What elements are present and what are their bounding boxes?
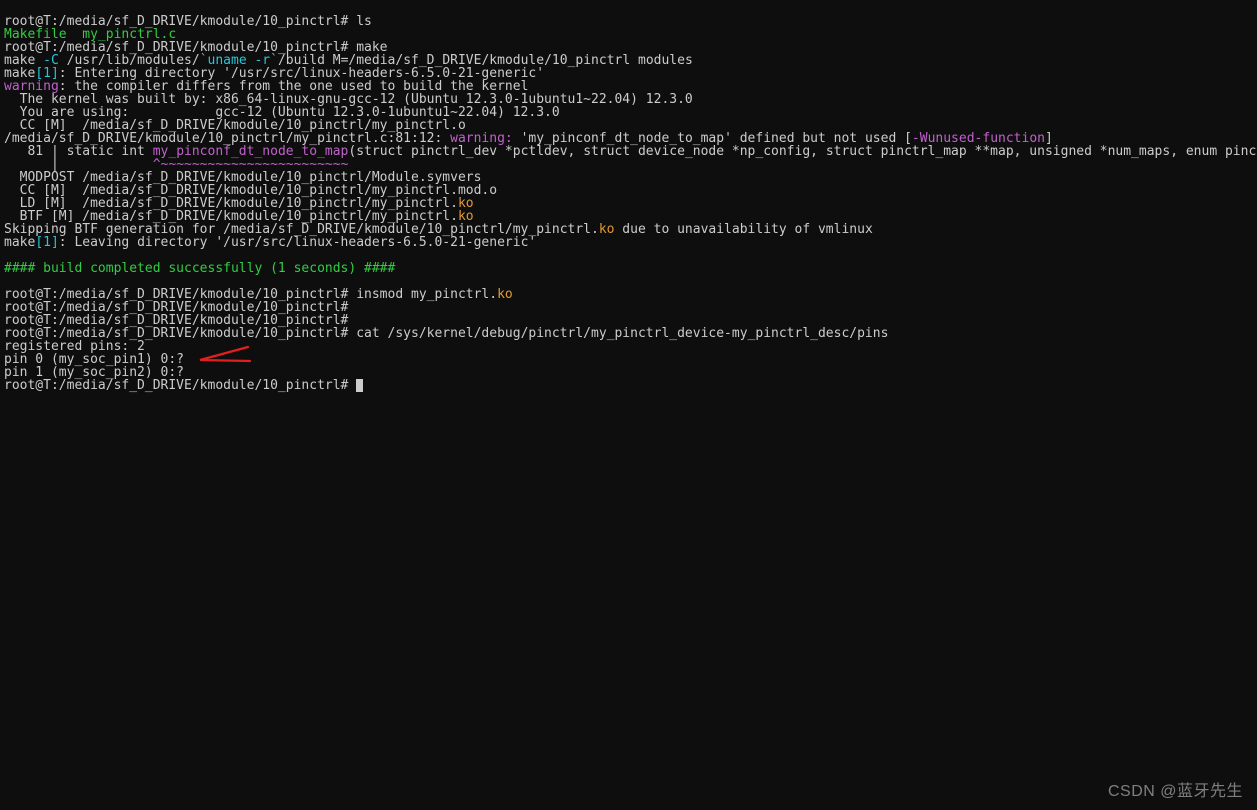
cmd-insmod: insmod my_pinctrl.	[356, 287, 497, 302]
skip-btf-b: ko	[599, 222, 615, 237]
cmd-insmod-ext: ko	[497, 287, 513, 302]
skip-btf-c: due to unavailability of vmlinux	[614, 222, 872, 237]
make-leave-1: make	[4, 235, 35, 250]
prompt: root@T:/media/sf_D_DRIVE/kmodule/10_pinc…	[4, 378, 348, 393]
cursor	[356, 379, 363, 392]
make-leave-n: 1	[43, 235, 51, 250]
terminal[interactable]: root@T:/media/sf_D_DRIVE/kmodule/10_pinc…	[0, 0, 1257, 396]
build-ok: #### build completed successfully (1 sec…	[4, 261, 395, 276]
cmd-ls-text: ls	[356, 14, 372, 29]
make-leave-br1: [	[35, 235, 43, 250]
make-leave-br2: ]	[51, 235, 59, 250]
watermark: CSDN @蓝牙先生	[1108, 785, 1243, 798]
make-leave-msg: : Leaving directory '/usr/src/linux-head…	[59, 235, 536, 250]
code-line-post: (struct pinctrl_dev *pctldev, struct dev…	[348, 144, 1257, 159]
cmd-cat: cat /sys/kernel/debug/pinctrl/my_pinctrl…	[356, 326, 888, 341]
